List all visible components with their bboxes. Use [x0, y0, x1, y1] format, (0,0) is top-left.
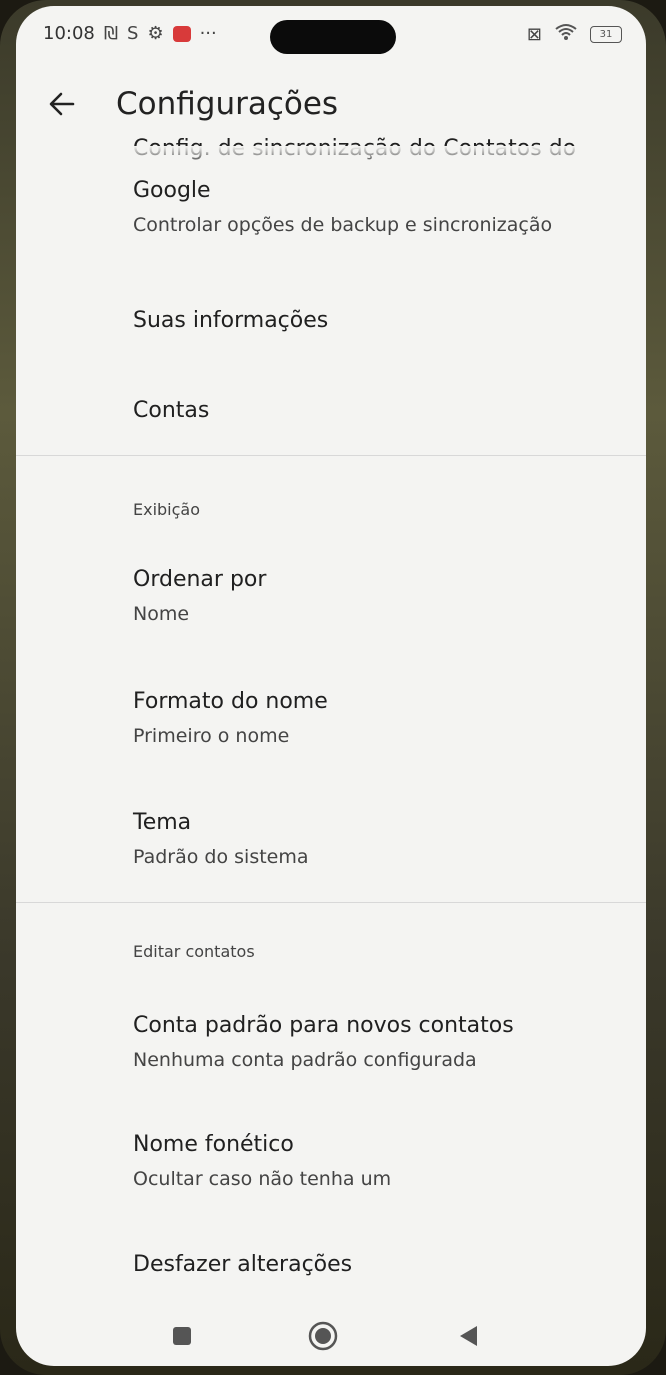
status-bar: 10:08 ₪ S ⚙ ··· ⊠ 31	[16, 6, 646, 60]
square-icon	[173, 1327, 191, 1345]
theme-item[interactable]: Tema Padrão do sistema	[133, 808, 309, 870]
sort-by-title: Ordenar por	[133, 567, 267, 592]
display-section-header: Exibição	[133, 500, 201, 519]
wifi-icon	[554, 23, 578, 46]
divider	[16, 455, 646, 456]
nfc-icon: ₪	[103, 22, 118, 44]
status-time: 10:08	[43, 23, 95, 44]
scroll-fade	[16, 146, 646, 166]
phonetic-name-title: Nome fonético	[133, 1132, 294, 1157]
default-account-item[interactable]: Conta padrão para novos contatos Nenhuma…	[133, 1011, 514, 1073]
back-button[interactable]	[40, 82, 84, 126]
sim-icon: S	[127, 22, 139, 44]
undo-changes-item[interactable]: Desfazer alterações	[133, 1250, 352, 1280]
name-format-item[interactable]: Formato do nome Primeiro o nome	[133, 687, 328, 749]
battery-icon: 31	[590, 26, 622, 43]
screen: 10:08 ₪ S ⚙ ··· ⊠ 31 Configurações Googl…	[16, 6, 646, 1366]
undo-changes-title: Desfazer alterações	[133, 1252, 353, 1277]
theme-title: Tema	[133, 810, 192, 835]
navigation-bar	[16, 1296, 646, 1366]
mail-icon	[172, 25, 191, 42]
phone-frame: 10:08 ₪ S ⚙ ··· ⊠ 31 Configurações Googl…	[0, 0, 666, 1375]
default-account-title: Conta padrão para novos contatos	[133, 1013, 514, 1038]
accounts-title: Contas	[133, 398, 210, 423]
sync-title: Google	[133, 178, 211, 203]
recents-button[interactable]	[164, 1318, 200, 1354]
sort-by-item[interactable]: Ordenar por Nome	[133, 565, 266, 627]
home-button[interactable]	[305, 1318, 341, 1354]
theme-value: Padrão do sistema	[133, 846, 309, 868]
name-format-value: Primeiro o nome	[133, 725, 290, 747]
no-signal-icon: ⊠	[526, 23, 542, 45]
sync-subtitle: Controlar opções de backup e sincronizaç…	[133, 214, 553, 236]
default-account-value: Nenhuma conta padrão configurada	[133, 1049, 477, 1071]
divider	[16, 902, 646, 903]
status-left: 10:08 ₪ S ⚙ ···	[43, 23, 217, 44]
your-info-title: Suas informações	[133, 308, 329, 333]
more-icon: ···	[199, 22, 217, 44]
status-right: ⊠ 31	[527, 23, 622, 46]
accounts-item[interactable]: Contas	[133, 396, 209, 426]
your-info-item[interactable]: Suas informações	[133, 306, 328, 336]
page-title: Configurações	[116, 86, 339, 122]
app-bar: Configurações	[16, 76, 646, 140]
phonetic-name-item[interactable]: Nome fonético Ocultar caso não tenha um	[133, 1130, 391, 1192]
phonetic-name-value: Ocultar caso não tenha um	[133, 1168, 392, 1190]
triangle-back-icon	[460, 1326, 477, 1346]
nav-back-button[interactable]	[450, 1318, 486, 1354]
settings-list[interactable]: Config. de sincronização do Contatos do …	[16, 136, 646, 1286]
edit-section-header: Editar contatos	[133, 942, 255, 961]
sort-by-value: Nome	[133, 603, 190, 625]
circle-icon	[308, 1321, 338, 1351]
camera-notch	[270, 20, 396, 54]
gear-icon: ⚙	[147, 22, 164, 44]
name-format-title: Formato do nome	[133, 689, 328, 714]
arrow-left-icon	[49, 92, 75, 116]
